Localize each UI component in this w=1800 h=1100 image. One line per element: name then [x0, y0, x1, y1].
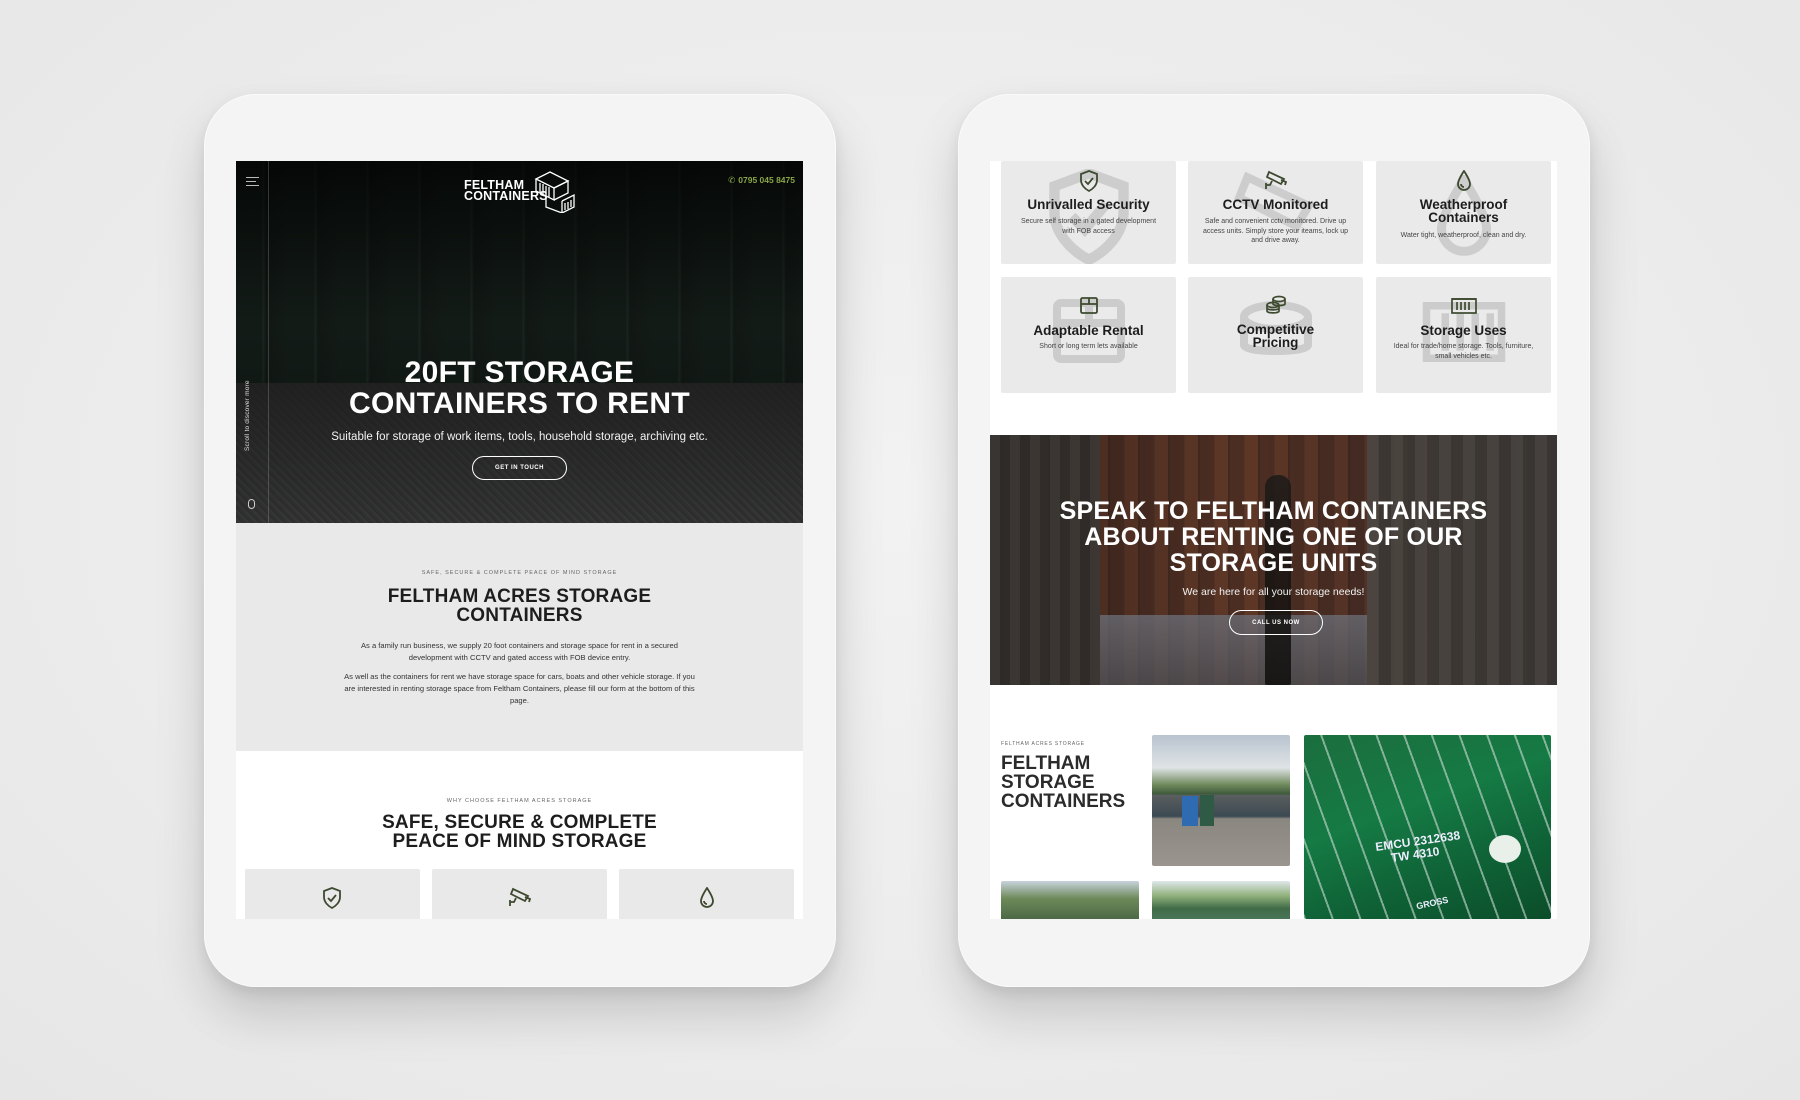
cta-title: SPEAK TO FELTHAM CONTAINERS ABOUT RENTIN… [1059, 497, 1488, 577]
feature-desc: Water tight, weatherproof, clean and dry… [1400, 232, 1527, 239]
feature-desc: Short or long term lets available [1039, 343, 1138, 350]
gallery-eyebrow: FELTHAM ACRES STORAGE [1001, 741, 1085, 747]
feature-desc: Safe and convenient cctv monitored. Driv… [1202, 218, 1349, 244]
hamburger-menu-icon[interactable] [246, 177, 259, 186]
tablet-left: Scroll to discover more FELTHAM CONTAINE… [204, 94, 836, 987]
about-title: FELTHAM ACRES STORAGE CONTAINERS [387, 586, 652, 626]
cta-subtitle: We are here for all your storage needs! [1182, 586, 1365, 598]
side-rail: Scroll to discover more [236, 161, 269, 523]
feature-card-storage-uses: Storage Uses Ideal for trade/home storag… [1376, 277, 1551, 393]
photo-container-yard[interactable] [1152, 735, 1290, 866]
photo-trees[interactable] [1001, 881, 1139, 919]
feature-card-cctv-partial [432, 869, 607, 919]
photo-green-containers[interactable]: EMCU 2312638 TW 4310 GROSS [1304, 735, 1551, 919]
why-choose-section: WHY CHOOSE FELTHAM ACRES STORAGE SAFE, S… [236, 751, 803, 919]
why-eyebrow: WHY CHOOSE FELTHAM ACRES STORAGE [446, 798, 593, 804]
feature-title: Storage Uses [1420, 323, 1507, 338]
hero-section: Scroll to discover more FELTHAM CONTAINE… [236, 161, 803, 523]
feature-card-adaptable-rental: Adaptable Rental Short or long term lets… [1001, 277, 1176, 393]
logo[interactable]: FELTHAM CONTAINERS [464, 169, 576, 213]
hero-subtitle: Suitable for storage of work items, tool… [331, 431, 708, 443]
about-eyebrow: SAFE, SECURE & COMPLETE PEACE OF MIND ST… [421, 570, 618, 576]
cctv-camera-icon [509, 887, 532, 906]
shield-check-icon [323, 887, 341, 909]
about-paragraph-2: As well as the containers for rent we ha… [344, 672, 695, 705]
why-title: SAFE, SECURE & COMPLETE PEACE OF MIND ST… [382, 812, 657, 852]
feature-title: CCTV Monitored [1222, 197, 1329, 212]
about-section: SAFE, SECURE & COMPLETE PEACE OF MIND ST… [236, 523, 803, 751]
feature-title: Weatherproof Containers [1419, 197, 1508, 225]
feature-title: Unrivalled Security [1027, 197, 1150, 212]
get-in-touch-button[interactable]: GET IN TOUCH [472, 456, 567, 480]
phone-icon: ✆ [728, 175, 736, 185]
gallery-title: FELTHAM STORAGE CONTAINERS [1001, 753, 1126, 812]
call-us-now-button[interactable]: CALL US NOW [1229, 610, 1323, 635]
feature-card-security-partial [245, 869, 420, 919]
phone-number[interactable]: ✆ 0795 045 8475 [728, 175, 795, 186]
cta-banner: SPEAK TO FELTHAM CONTAINERS ABOUT RENTIN… [990, 435, 1557, 685]
coins-icon [1265, 295, 1286, 314]
cctv-camera-icon [1264, 170, 1287, 189]
container-icon [1450, 298, 1477, 314]
water-drop-icon [700, 887, 714, 908]
about-paragraph-1: As a family run business, we supply 20 f… [360, 641, 678, 662]
tablet-right: Unrivalled Security Secure self storage … [958, 94, 1590, 987]
container-stack-logo-icon [534, 171, 575, 213]
feature-title: Competitive Pricing [1236, 322, 1315, 350]
feature-card-weatherproof: Weatherproof Containers Water tight, wea… [1376, 161, 1551, 264]
shield-check-icon [1079, 170, 1098, 192]
feature-card-competitive-pricing: Competitive Pricing [1188, 277, 1363, 393]
feature-card-weatherproof-partial [619, 869, 794, 919]
feature-title: Adaptable Rental [1033, 323, 1144, 338]
mouse-scroll-icon [248, 499, 255, 509]
feature-desc: Ideal for trade/home storage. Tools, fur… [1393, 343, 1534, 360]
tablet-right-screen: Unrivalled Security Secure self storage … [990, 161, 1557, 919]
feature-desc: Secure self storage in a gated developme… [1020, 218, 1157, 235]
tablet-left-screen: Scroll to discover more FELTHAM CONTAINE… [236, 161, 803, 919]
box-icon [1079, 297, 1098, 314]
photo-green-container-2[interactable] [1152, 881, 1290, 919]
feature-card-cctv: CCTV Monitored Safe and convenient cctv … [1188, 161, 1363, 264]
water-drop-icon [1456, 170, 1471, 191]
feature-card-security: Unrivalled Security Secure self storage … [1001, 161, 1176, 264]
hero-title: 20FT STORAGE CONTAINERS TO RENT [349, 356, 690, 420]
